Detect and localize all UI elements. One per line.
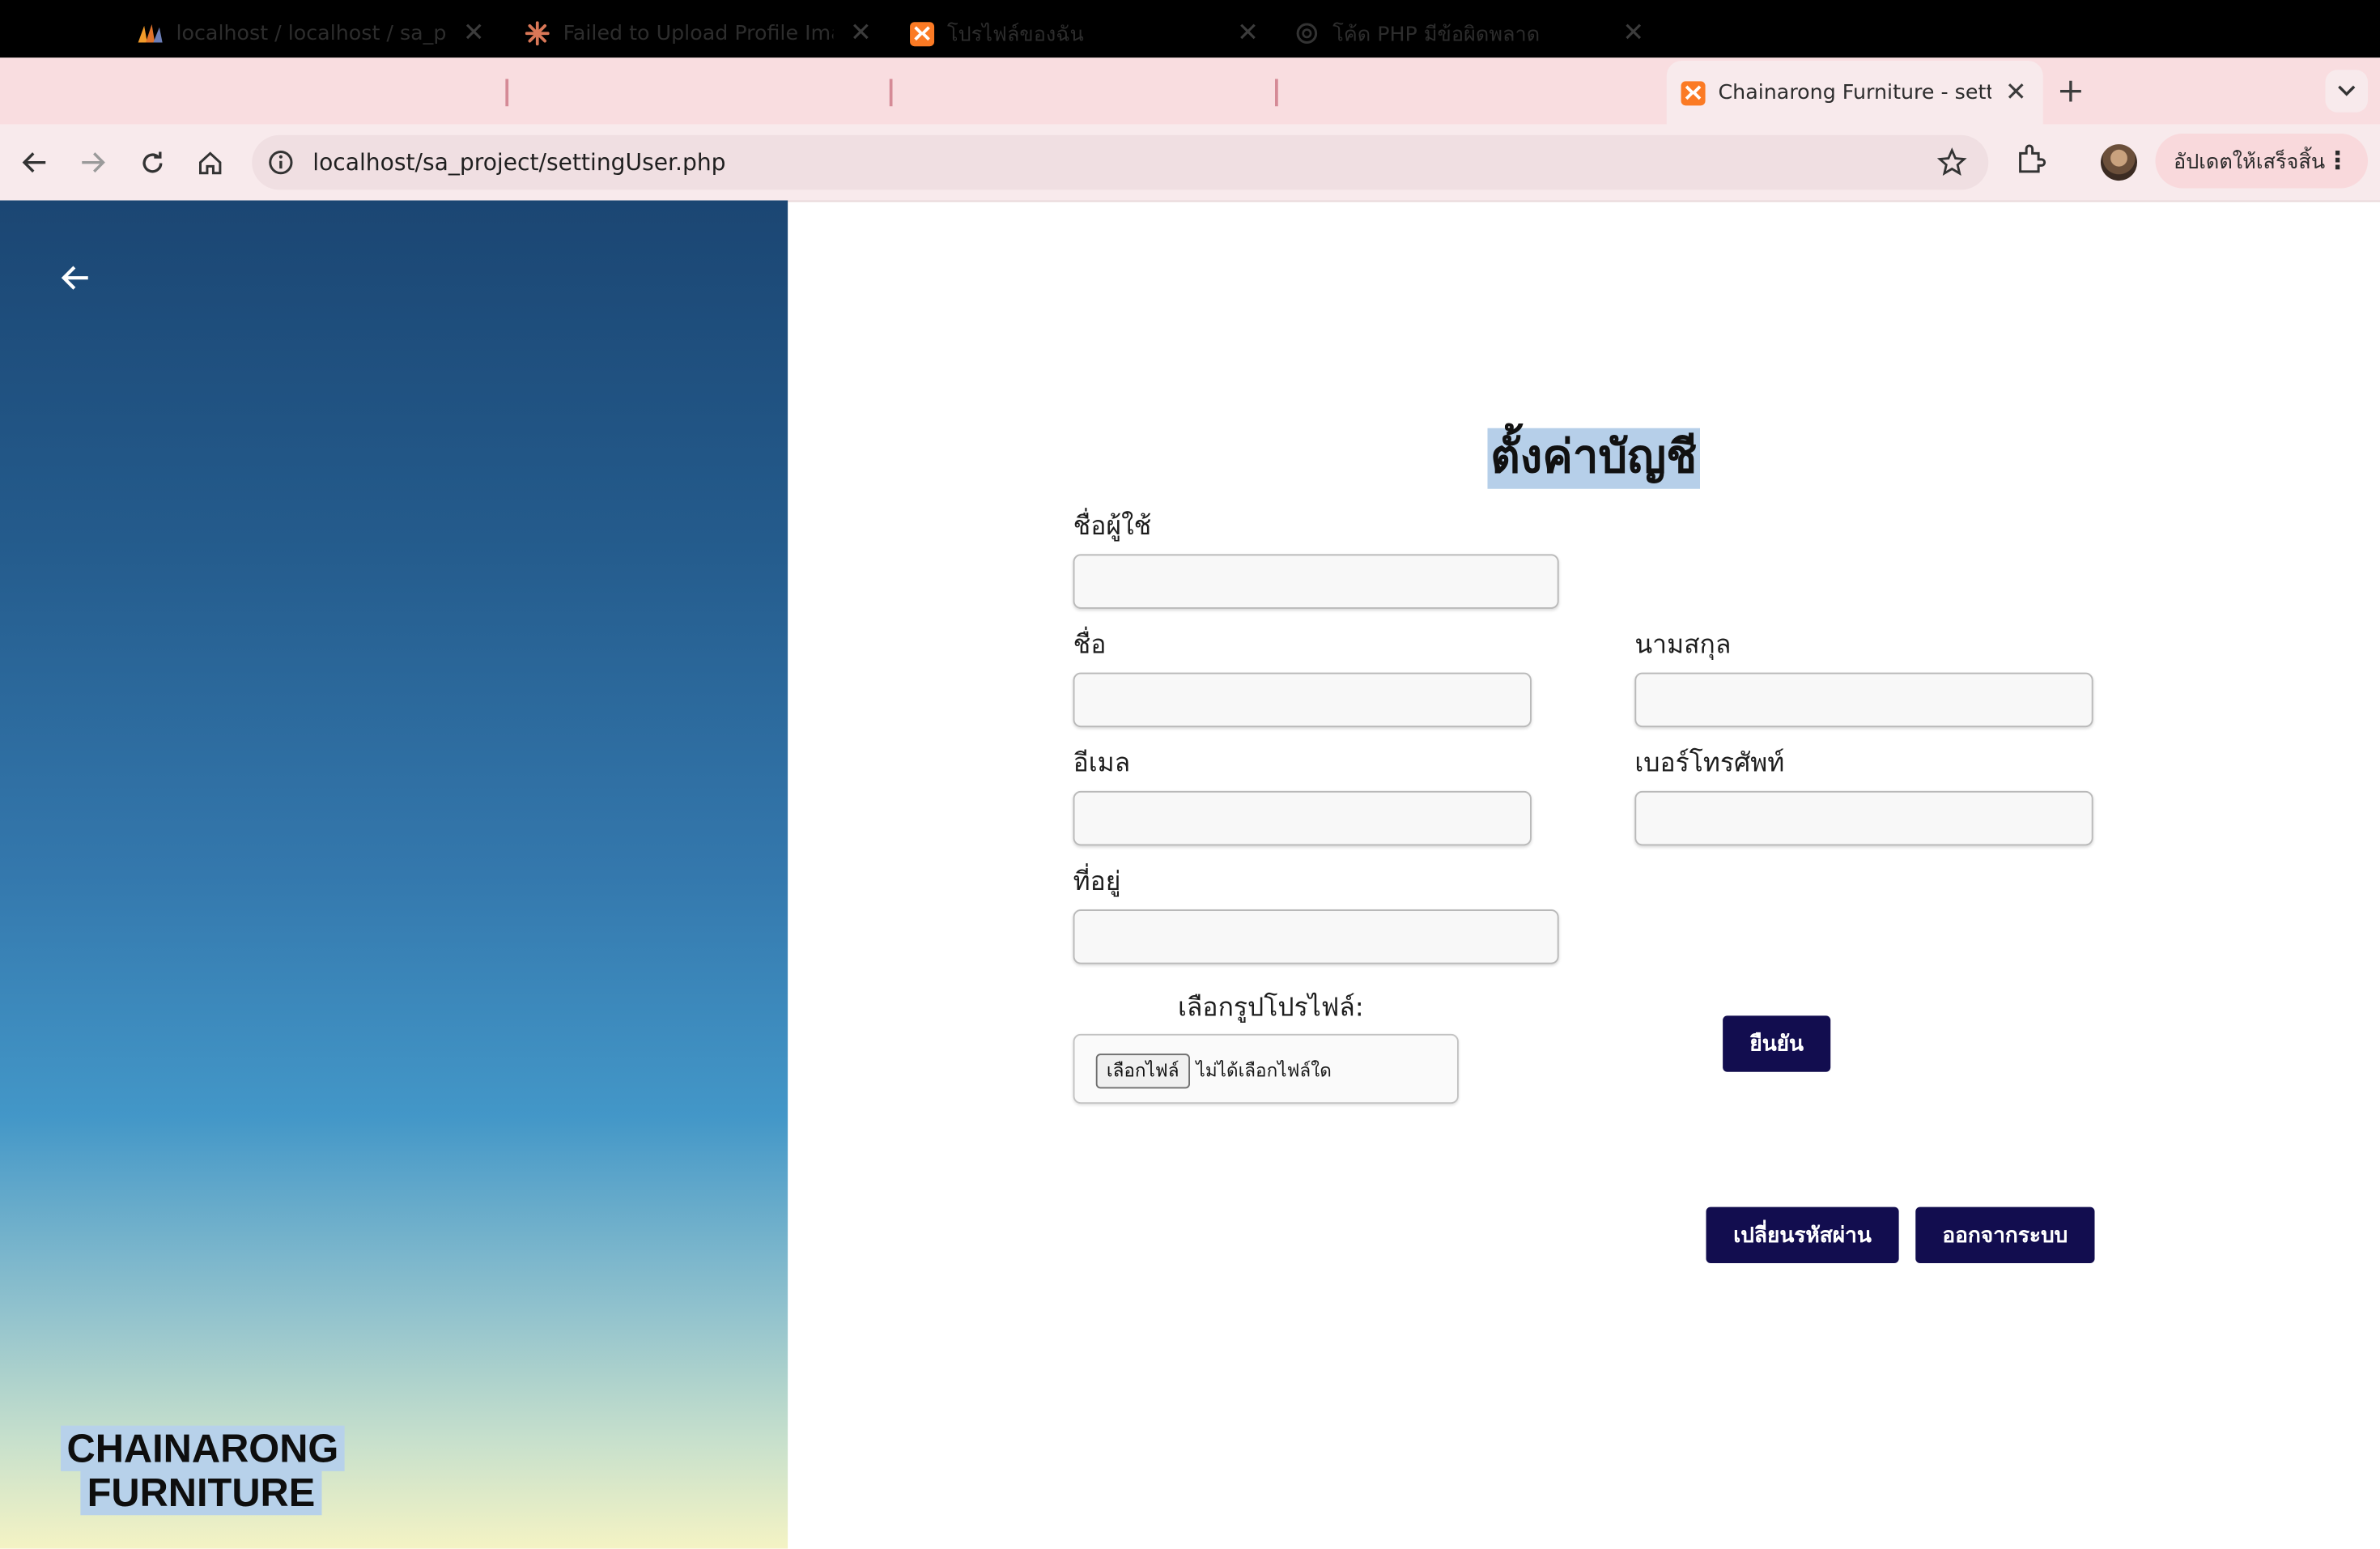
url-text[interactable]: localhost/sa_project/settingUser.php [312,149,725,177]
brand-line-2: FURNITURE [81,1470,321,1516]
email-label: อีเมล [1073,748,1131,779]
tab-php-error[interactable]: โค้ด PHP มีข้อผิดพลาด ✕ [1294,0,1651,67]
username-label: ชื่อผู้ใช้ [1073,511,1152,543]
reload-icon [142,151,162,172]
chevron-down-icon [2338,85,2356,96]
tab-title: โค้ด PHP มีข้อผิดพลาด [1332,23,1541,48]
confirm-button[interactable]: ยืนยัน [1723,1015,1831,1072]
menu-dots-icon[interactable]: ⋮ [2326,146,2350,175]
phpmyadmin-icon [137,19,164,47]
tab-search-button[interactable] [2325,70,2368,113]
tab-separator [505,79,508,107]
profile-avatar[interactable] [2101,144,2137,181]
arrow-right-icon [82,152,105,173]
logout-button[interactable]: ออกจากระบบ [1915,1206,2095,1263]
home-icon [198,151,221,174]
reload-button[interactable] [132,143,172,182]
close-icon[interactable]: ✕ [850,19,872,49]
chatgpt-icon [1294,19,1321,47]
tab-title: localhost / localhost / sa_proj [176,21,447,46]
sidebar-panel [0,200,788,1549]
change-password-button[interactable]: เปลี่ยนรหัสผ่าน [1706,1206,1899,1263]
home-button[interactable] [189,143,229,182]
tab-title: Failed to Upload Profile Image [563,21,834,46]
brand-logo-text: CHAINARONG FURNITURE [61,1425,345,1516]
tab-phpmyadmin[interactable]: localhost / localhost / sa_proj ✕ [137,0,494,67]
new-tab-button[interactable]: + [2057,73,2085,111]
close-icon[interactable]: ✕ [1237,19,1259,49]
close-icon[interactable]: ✕ [463,19,485,49]
xampp-icon [1679,79,1706,107]
update-button-label: อัปเดตให้เสร็จสิ้น [2174,150,2326,175]
phone-label: เบอร์โทรศัพท์ [1634,748,1785,779]
firstname-input[interactable] [1073,672,1532,728]
back-arrow-icon[interactable] [61,264,94,295]
bookmark-star-icon[interactable] [1936,147,1968,184]
page-title: ตั้งค่าบัญชี [1487,428,1701,489]
phone-input[interactable] [1634,790,2093,846]
site-info-icon[interactable] [267,149,295,182]
address-input[interactable] [1073,909,1559,964]
choose-file-button[interactable]: เลือกไฟล์ [1095,1053,1190,1089]
forward-button[interactable] [73,143,113,182]
email-input[interactable] [1073,790,1532,846]
address-bar[interactable]: localhost/sa_project/settingUser.php [252,134,1989,190]
tab-title: โปรไฟล์ของฉัน [947,23,1084,48]
back-button[interactable] [15,143,55,182]
tab-separator [1275,79,1277,107]
xampp-icon [907,19,935,47]
address-label: ที่อยู่ [1073,866,1121,898]
brand-line-1: CHAINARONG [61,1425,345,1471]
tab-title: Chainarong Furniture - setting [1718,80,1992,105]
claude-icon [524,19,551,47]
update-chrome-button[interactable]: อัปเดตให้เสร็จสิ้น ⋮ [2155,134,2368,189]
close-icon[interactable]: ✕ [1622,19,1644,49]
profile-image-label: เลือกรูปโปรไฟล์: [1178,993,1364,1023]
lastname-label: นามสกุล [1634,630,1732,661]
extensions-icon[interactable] [2014,143,2047,182]
file-status-text: ไม่ได้เลือกไฟล์ใด [1196,1059,1332,1081]
close-icon[interactable]: ✕ [2005,78,2027,109]
profile-image-file-input[interactable]: เลือกไฟล์ ไม่ได้เลือกไฟล์ใด [1073,1033,1459,1104]
firstname-label: ชื่อ [1073,630,1107,661]
tab-failed-upload[interactable]: Failed to Upload Profile Image ✕ [524,0,881,67]
tab-my-profile[interactable]: โปรไฟล์ของฉัน ✕ [907,0,1264,67]
username-input[interactable] [1073,554,1559,609]
tab-separator [889,79,892,107]
tab-chainarong-settings[interactable]: Chainarong Furniture - setting ✕ [1666,61,2043,125]
arrow-left-icon [22,152,46,173]
lastname-input[interactable] [1634,672,2093,728]
